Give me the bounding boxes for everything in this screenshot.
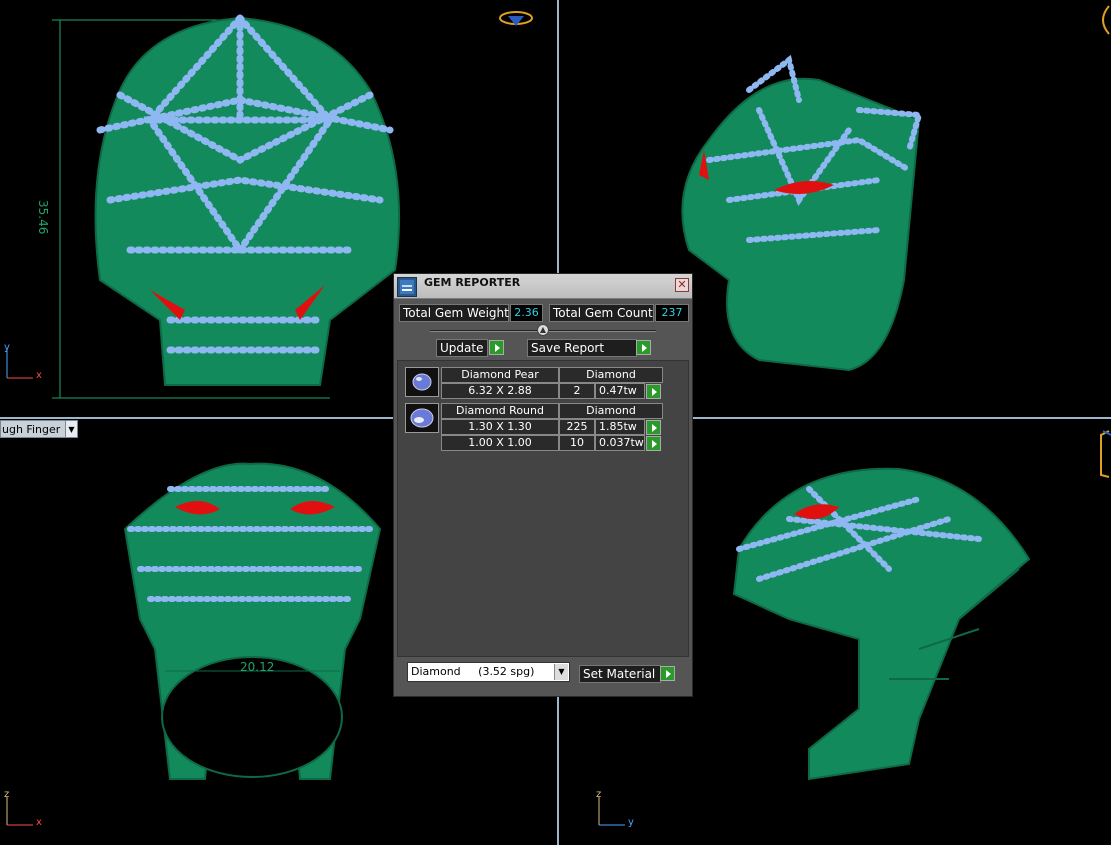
width-dimension-label: 20.12 (240, 660, 275, 674)
gem-weight-cell: 1.85tw (595, 419, 645, 435)
y-axis-label: y (628, 817, 634, 828)
gem-size-cell: 1.00 X 1.00 (441, 435, 559, 451)
gem-reporter-title: GEM REPORTER (424, 276, 521, 289)
viewport-name-label: ugh Finger (2, 422, 61, 436)
group-material-header: Diamond (559, 403, 663, 419)
z-axis-label: z (596, 789, 602, 800)
gem-size-cell: 1.30 X 1.30 (441, 419, 559, 435)
update-play-icon[interactable] (489, 340, 504, 355)
orientation-cube-icon[interactable] (1097, 429, 1111, 479)
chevron-down-icon[interactable]: ▼ (65, 421, 77, 437)
gem-row-play-icon[interactable] (646, 420, 661, 435)
total-gem-count-label: Total Gem Count (549, 304, 654, 322)
set-material-play-icon[interactable] (660, 666, 675, 681)
gem-row-play-icon[interactable] (646, 436, 661, 451)
x-axis-label: x (36, 370, 42, 381)
gem-count-cell: 225 (559, 419, 595, 435)
chevron-down-icon[interactable]: ▼ (554, 664, 568, 680)
material-select-value: Diamond (3.52 spg) (411, 665, 535, 678)
chevron-up-icon[interactable]: ▲ (537, 324, 549, 336)
height-dimension-label: 35.46 (36, 200, 50, 235)
gem-count-cell: 2 (559, 383, 595, 399)
material-select[interactable]: Diamond (3.52 spg) ▼ (407, 662, 570, 682)
group-shape-header: Diamond Pear (441, 367, 559, 383)
total-gem-weight-value: 2.36 (510, 304, 543, 322)
set-material-button[interactable]: Set Material (579, 665, 661, 683)
orientation-cube-icon[interactable] (1095, 4, 1111, 36)
diamond-pear-thumbnail[interactable] (405, 367, 439, 397)
gem-reporter-app-icon (397, 277, 417, 297)
group-material-header: Diamond (559, 367, 663, 383)
save-report-play-icon[interactable] (636, 340, 651, 355)
group-shape-header: Diamond Round (441, 403, 559, 419)
z-axis-label: z (4, 789, 10, 800)
gem-reporter-panel: GEM REPORTER ✕ Total Gem Weight 2.36 Tot… (393, 273, 693, 697)
diamond-round-thumbnail[interactable] (405, 403, 439, 433)
save-report-button[interactable]: Save Report (527, 339, 637, 357)
gem-weight-cell: 0.037tw (595, 435, 645, 451)
orientation-cube-icon[interactable] (497, 8, 537, 30)
gem-count-cell: 10 (559, 435, 595, 451)
gem-size-cell: 6.32 X 2.88 (441, 383, 559, 399)
gem-reporter-titlebar[interactable]: GEM REPORTER ✕ (394, 274, 692, 299)
total-gem-weight-label: Total Gem Weight (399, 304, 509, 322)
y-axis-label: y (4, 342, 10, 353)
viewport-name-dropdown[interactable]: ugh Finger ▼ (0, 420, 78, 438)
gem-list: Diamond Pear Diamond 6.32 X 2.88 2 0.47t… (397, 360, 689, 657)
x-axis-label: x (36, 817, 42, 828)
gem-weight-cell: 0.47tw (595, 383, 645, 399)
gem-row-play-icon[interactable] (646, 384, 661, 399)
close-icon[interactable]: ✕ (675, 278, 689, 292)
update-button[interactable]: Update (436, 339, 488, 357)
total-gem-count-value: 237 (655, 304, 689, 322)
